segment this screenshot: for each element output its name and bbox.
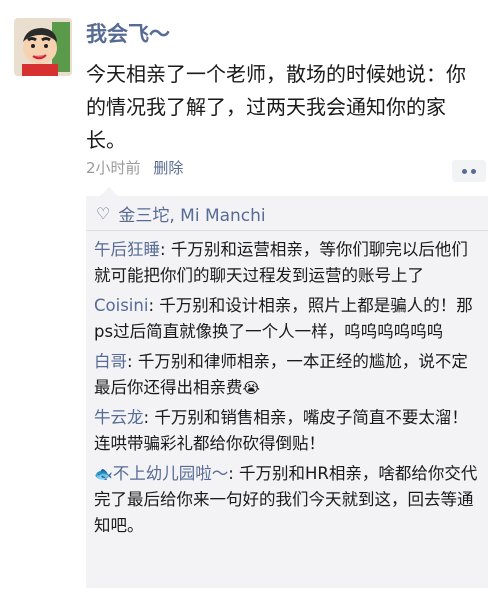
comment-list: 午后狂睡: 千万别和运营相亲，等你们聊完以后他们就可能把你们的聊天过程发到运营的… xyxy=(86,231,488,539)
comment-text: 千万别和律师相亲，一本正经的尴尬，说不定最后你还得出相亲费 xyxy=(94,352,468,397)
comment-colon: : xyxy=(160,240,171,259)
post-username[interactable]: 我会飞～ xyxy=(86,20,170,48)
comment-item[interactable]: 🐟不上幼儿园啦～: 千万别和HR相亲，啥都给你交代完了最后给你来一句好的我们今天… xyxy=(86,457,488,539)
comment-colon: : xyxy=(143,408,155,427)
comment-item[interactable]: Coisini: 千万别和设计相亲，照片上都是骗人的！那ps过后简直就像换了一个… xyxy=(86,289,488,345)
more-dot-icon xyxy=(462,168,467,174)
comments-panel: ♡ 金三坨, Mi Manchi 午后狂睡: 千万别和运营相亲，等你们聊完以后他… xyxy=(86,187,488,588)
post-meta: 2小时前 删除 xyxy=(86,156,183,180)
post-text: 今天相亲了一个老师，散场的时候她说：你的情况我了解了，过两天我会通知你的家长。 xyxy=(86,62,466,152)
comment-item[interactable]: 白哥: 千万别和律师相亲，一本正经的尴尬，说不定最后你还得出相亲费😭 xyxy=(86,345,488,401)
comment-colon: : xyxy=(127,352,138,371)
more-button[interactable] xyxy=(452,160,486,182)
comment-item[interactable]: 牛云龙: 千万别和销售相亲，嘴皮子简直不要太溜！连哄带骗彩礼都给你砍得倒贴！ xyxy=(86,401,488,457)
likes-row: ♡ 金三坨, Mi Manchi xyxy=(86,196,488,230)
post-time: 2小时前 xyxy=(86,159,141,177)
crying-emoji-icon: 😭 xyxy=(242,379,261,397)
comment-author[interactable]: Coisini xyxy=(94,296,148,315)
crayon-shinchan-avatar-icon xyxy=(14,18,72,76)
likes-names[interactable]: 金三坨, Mi Manchi xyxy=(118,201,265,226)
comment-colon: : xyxy=(228,464,239,483)
comment-author[interactable]: 白哥 xyxy=(94,352,127,371)
comment-author[interactable]: 不上幼儿园啦～ xyxy=(113,464,229,483)
comment-author[interactable]: 牛云龙 xyxy=(94,408,144,427)
comment-colon: : xyxy=(148,296,160,315)
avatar[interactable] xyxy=(14,18,72,76)
delete-link[interactable]: 删除 xyxy=(153,159,183,177)
heart-outline-icon: ♡ xyxy=(96,203,111,223)
more-dot-icon xyxy=(471,168,476,174)
comment-author[interactable]: 午后狂睡 xyxy=(94,240,160,259)
comment-item[interactable]: 午后狂睡: 千万别和运营相亲，等你们聊完以后他们就可能把你们的聊天过程发到运营的… xyxy=(86,233,488,289)
fish-icon: 🐟 xyxy=(94,465,113,483)
